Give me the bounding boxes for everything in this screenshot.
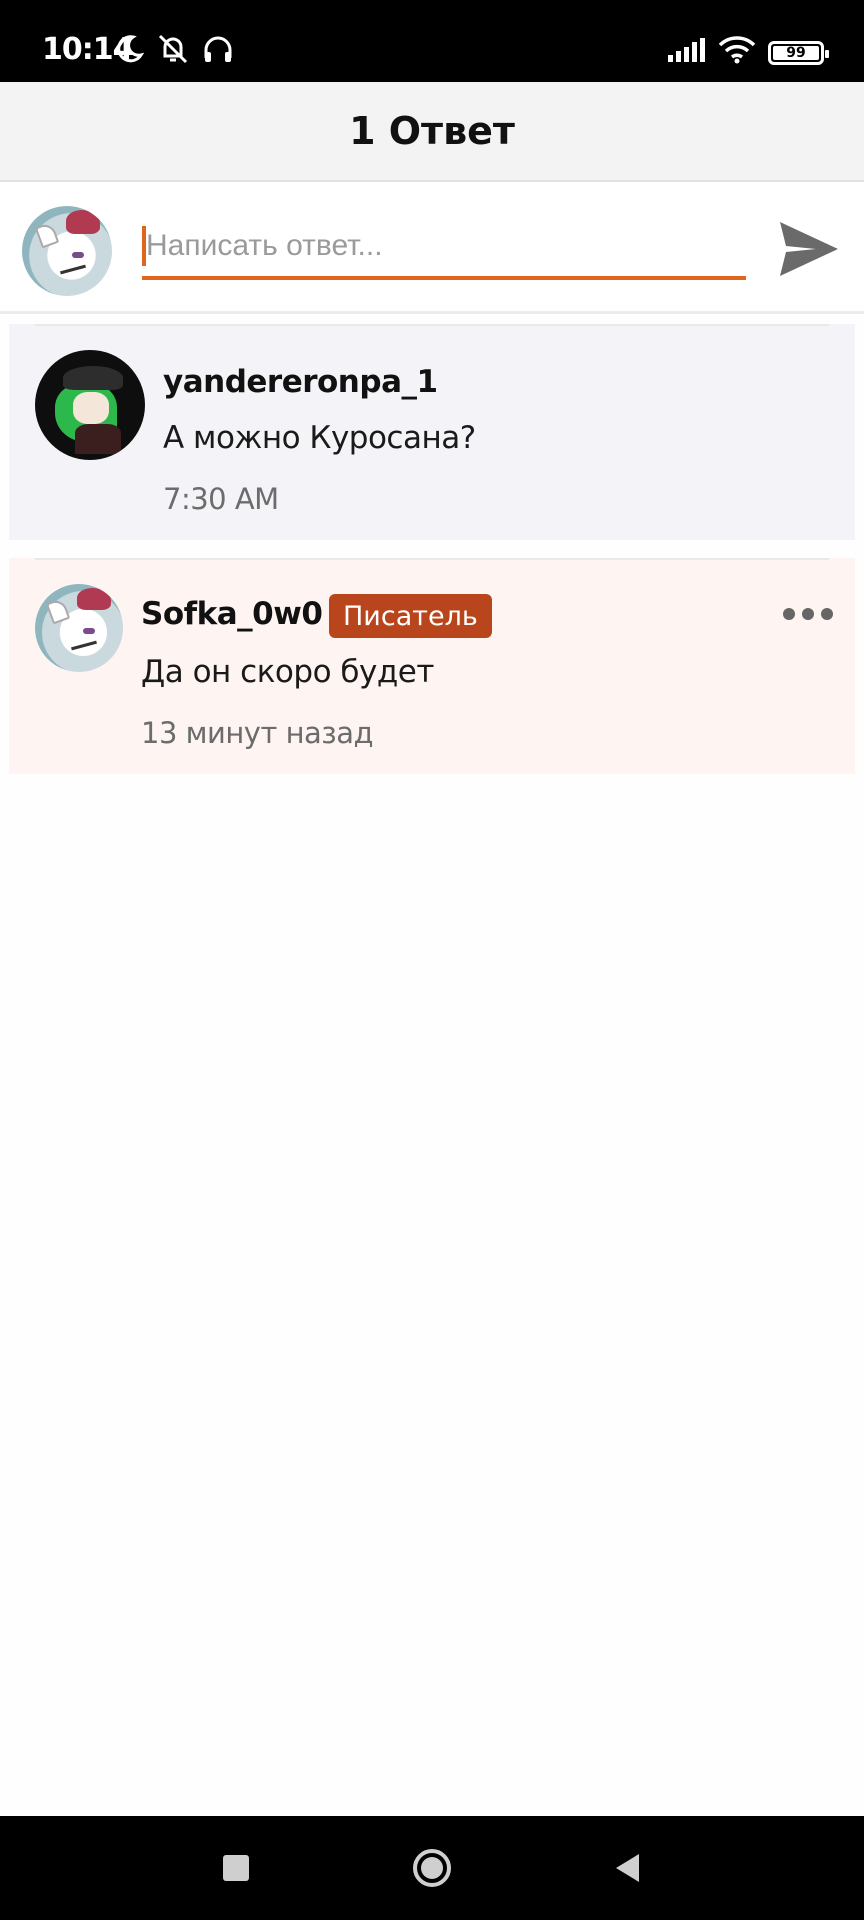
page-title: 1 Ответ bbox=[349, 109, 515, 153]
home-icon bbox=[413, 1849, 451, 1887]
writer-badge: Писатель bbox=[329, 594, 492, 638]
battery-level: 99 bbox=[786, 44, 806, 61]
recent-apps-button[interactable] bbox=[208, 1840, 264, 1896]
headphones-icon bbox=[202, 34, 234, 69]
comment-author[interactable]: yandereronpa_1 bbox=[163, 364, 438, 400]
comment-item: yandereronpa_1 А можно Куросана? 7:30 AM bbox=[9, 324, 855, 540]
reply-header: 1 Ответ bbox=[0, 82, 864, 182]
more-options-button[interactable] bbox=[783, 602, 833, 626]
status-bar: 10:14 99 bbox=[0, 0, 864, 82]
back-icon bbox=[616, 1854, 639, 1882]
reply-input[interactable] bbox=[146, 224, 736, 268]
navigation-bar bbox=[0, 1816, 864, 1920]
moon-icon bbox=[114, 34, 145, 69]
comment-time: 13 минут назад bbox=[141, 716, 374, 750]
author-avatar[interactable] bbox=[35, 350, 145, 460]
battery-icon: 99 bbox=[768, 40, 829, 65]
wifi-icon bbox=[718, 36, 756, 69]
send-icon bbox=[780, 222, 838, 276]
send-button[interactable] bbox=[776, 216, 842, 282]
current-user-avatar bbox=[22, 206, 112, 296]
bell-off-icon bbox=[156, 34, 190, 69]
recent-apps-icon bbox=[223, 1855, 249, 1881]
signal-icon bbox=[666, 37, 706, 68]
back-button[interactable] bbox=[600, 1840, 656, 1896]
reply-input-container bbox=[142, 214, 746, 280]
home-button[interactable] bbox=[404, 1840, 460, 1896]
author-avatar[interactable] bbox=[35, 584, 123, 672]
reply-item: Sofka_0w0 Писатель Да он скоро будет 13 … bbox=[9, 558, 855, 774]
comment-time: 7:30 AM bbox=[163, 482, 279, 516]
comment-text: А можно Куросана? bbox=[163, 420, 476, 456]
reply-composer bbox=[0, 184, 864, 314]
more-dots-icon bbox=[783, 608, 795, 620]
comment-text: Да он скоро будет bbox=[141, 654, 434, 690]
comment-author[interactable]: Sofka_0w0 bbox=[141, 596, 323, 632]
